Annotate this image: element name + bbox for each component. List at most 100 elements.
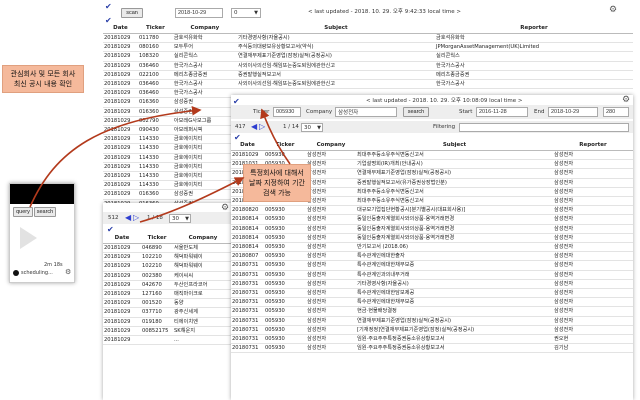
table-row[interactable]: 20181029... xyxy=(103,335,233,346)
table-cell[interactable]: 김기남 xyxy=(553,343,633,354)
table-cell[interactable]: 기타경영사항(자율공시) xyxy=(236,33,435,44)
table-cell[interactable]: 삼성전자 xyxy=(553,297,633,308)
table-row[interactable]: 20180731 005930 삼성전자 연결재무제표기준영업(잠정)실적(공정공시)… xyxy=(231,316,633,326)
table-cell[interactable]: 증권발행실적보고서 xyxy=(236,70,435,81)
column-header[interactable]: Ticker xyxy=(141,234,173,244)
table-cell[interactable]: 삼성전자 xyxy=(553,279,633,290)
table-cell[interactable]: 삼성전자 xyxy=(553,205,633,216)
table-cell[interactable]: 권오현 xyxy=(553,334,633,345)
column-header[interactable]: Company xyxy=(173,234,233,244)
column-header[interactable]: Date xyxy=(103,234,141,244)
table-cell[interactable]: [기재정정]연결재무제표기준영업(잠정)실적(공정공시) xyxy=(356,325,553,336)
table-cell[interactable]: 주식등의대량보유상황보고서(약식) xyxy=(236,42,435,53)
table-row[interactable]: 20180814 005930 삼성전자 동일인등출자계열회사와의상품·용역거래변경 삼… xyxy=(231,224,633,234)
table-cell[interactable]: 실리콘웍스 xyxy=(434,51,633,62)
table-row[interactable]: 20181029 037710 광주신세계 xyxy=(103,307,233,318)
select-all-checkbox[interactable]: ✔ xyxy=(107,225,114,234)
date-input[interactable] xyxy=(175,8,223,18)
table-cell[interactable]: 연결재무제표기준영업(잠정)실적(공정공시) xyxy=(356,168,553,179)
table-cell[interactable]: 대규모기업집단현황공시[분기별공시(대표회사용)] xyxy=(356,205,553,216)
table-cell[interactable]: 삼성전자 xyxy=(553,270,633,280)
table-cell[interactable]: 동일인등출자계열회사와의상품·용역거래변경 xyxy=(356,233,553,244)
count-select[interactable]: 0 ▼ xyxy=(231,8,261,18)
table-cell[interactable]: 동일인등출자계열회사와의상품·용역거래변경 xyxy=(356,224,553,234)
table-row[interactable]: 20181029 022100 메리츠종금증권 증권발행실적보고서 메리츠종금증권 xyxy=(103,70,633,81)
table-row[interactable]: 20180731 005930 삼성전자 특수관계인과의내부거래 삼성전자 xyxy=(231,270,633,280)
query-button[interactable]: query xyxy=(13,207,33,217)
table-cell[interactable]: 사외이사의선임·해임또는중도퇴임에관한신고 xyxy=(236,61,435,71)
table-cell[interactable]: 삼성전자 xyxy=(553,178,633,188)
table-cell[interactable]: 임원·주요주주특정증권등소유상황보고서 xyxy=(356,343,553,354)
table-cell[interactable]: 삼성전자 xyxy=(553,288,633,299)
prev-page-icon[interactable]: ◀ xyxy=(251,122,257,132)
next-page-icon[interactable]: ▷ xyxy=(133,213,139,223)
table-row[interactable]: 20180731 005930 삼성전자 기타경영사항(자율공시) 삼성전자 xyxy=(231,279,633,290)
table-cell[interactable]: 최대주주등소유주식변동신고서 xyxy=(356,196,553,207)
gear-icon[interactable]: ⚙ xyxy=(622,95,630,105)
table-row[interactable]: 20180731 005930 삼성전자 특수관계인에대한채무보증 삼성전자 xyxy=(231,297,633,308)
table-cell[interactable]: 특수관계인에대한채무보증 xyxy=(356,297,553,308)
table-cell[interactable]: 삼성전자 xyxy=(553,214,633,225)
column-header[interactable]: Subject xyxy=(236,24,435,34)
table-cell[interactable]: 최대주주등소유주식변동신고서 xyxy=(356,150,553,161)
filtering-input[interactable] xyxy=(459,123,629,132)
table-cell[interactable]: 사외이사의선임·해임또는중도퇴임에관한신고 xyxy=(236,79,435,90)
table-row[interactable]: 20180731 005930 삼성전자 [기재정정]연결재무제표기준영업(잠정)실적… xyxy=(231,325,633,336)
table-row[interactable]: 20181029 011780 금호석유화학 기타경영사항(자율공시) 금호석유화학 xyxy=(103,33,633,44)
table-cell[interactable]: 특수관계인에대한출자 xyxy=(356,251,553,262)
table-cell[interactable]: 삼성전자 xyxy=(553,187,633,198)
table-row[interactable]: 20181029 102210 해덕파워웨이 xyxy=(103,252,233,263)
table-cell[interactable]: 기업설명회(IR)개최(안내공시) xyxy=(356,159,553,170)
table-cell[interactable]: 반기보고서 (2018.06) xyxy=(356,242,553,253)
next-page-icon[interactable]: ▷ xyxy=(259,122,265,132)
table-cell[interactable]: 한국가스공사 xyxy=(434,79,633,90)
gear-icon[interactable]: ⚙ xyxy=(609,5,617,15)
table-cell[interactable]: 삼성전자 xyxy=(553,316,633,326)
table-row[interactable]: 20181029 036460 한국가스공사 사외이사의선임·해임또는중도퇴임에관한신… xyxy=(103,79,633,90)
table-cell[interactable]: 동일인등출자계열회사와의상품·용역거래변경 xyxy=(356,214,553,225)
table-cell[interactable]: 삼성전자 xyxy=(553,150,633,161)
table-row[interactable]: 20181029 102210 해덕파워웨이 xyxy=(103,261,233,272)
table-row[interactable]: 20180814 005930 삼성전자 반기보고서 (2018.06) 삼성전자 xyxy=(231,242,633,253)
table-cell[interactable]: 특수관계인에대한채무보증 xyxy=(356,260,553,271)
table-row[interactable]: 20180731 005930 삼성전자 특수관계인에대한채무보증 삼성전자 xyxy=(231,260,633,271)
scan-button[interactable]: scan xyxy=(121,8,143,18)
table-cell[interactable]: 임원·주요주주특정증권등소유상황보고서 xyxy=(356,334,553,345)
company-input[interactable] xyxy=(335,107,397,117)
search-button[interactable]: search xyxy=(34,207,56,217)
table-row[interactable]: 20181029 019180 티에이치엔 xyxy=(103,317,233,327)
column-header[interactable]: Date xyxy=(231,141,264,151)
start-date-input[interactable] xyxy=(476,107,528,117)
table-cell[interactable]: 삼성전자 xyxy=(553,233,633,244)
gear-icon[interactable]: ⚙ xyxy=(65,268,71,276)
prev-page-icon[interactable]: ◀ xyxy=(125,213,131,223)
count-input[interactable] xyxy=(603,107,629,117)
table-cell[interactable]: 삼성전자 xyxy=(553,168,633,179)
table-row[interactable]: 20181029 127160 매직마이크로 xyxy=(103,289,233,300)
table-row[interactable]: 20180814 005930 삼성전자 동일인등출자계열회사와의상품·용역거래변경 삼… xyxy=(231,233,633,244)
table-row[interactable]: 20181029 00852175 SK해운지 xyxy=(103,326,233,337)
column-header[interactable]: Subject xyxy=(356,141,553,151)
table-row[interactable]: 20180731 005930 삼성전자 임원·주요주주특정증권등소유상황보고서 권오현 xyxy=(231,334,633,345)
column-header[interactable]: Company xyxy=(172,24,237,34)
table-cell[interactable]: 삼성전자 xyxy=(553,159,633,170)
select-all-checkbox[interactable]: ✔ xyxy=(105,2,112,11)
table-cell[interactable]: 삼성전자 xyxy=(553,306,633,317)
table-cell[interactable]: 기타경영사항(자율공시) xyxy=(356,279,553,290)
table-cell[interactable]: 증권발행실적보고서(유가증권상장법인분) xyxy=(356,178,553,188)
play-icon[interactable] xyxy=(20,227,37,249)
table-cell[interactable]: 삼성전자 xyxy=(553,325,633,336)
column-header[interactable]: Company xyxy=(306,141,356,151)
table-row[interactable]: 20180820 005930 삼성전자 대규모기업집단현황공시[분기별공시(대표회사… xyxy=(231,205,633,216)
column-header[interactable]: Date xyxy=(103,24,138,34)
table-cell[interactable]: 삼성전자 xyxy=(553,196,633,207)
column-header[interactable]: Ticker xyxy=(264,141,306,151)
table-cell[interactable]: JPMorganAssetManagement(UK)Limited xyxy=(434,42,633,53)
ticker-input[interactable] xyxy=(273,107,301,117)
table-row[interactable]: 20181029 080160 모두투어 주식등의대량보유상황보고서(약식) JPMor… xyxy=(103,42,633,53)
table-row[interactable]: 20181029 036460 한국가스공사 사외이사의선임·해임또는중도퇴임에관한신… xyxy=(103,61,633,71)
table-cell[interactable]: 현금·현물배당결정 xyxy=(356,306,553,317)
table-row[interactable]: 20180731 005930 삼성전자 특수관계인에대한담보제공 삼성전자 xyxy=(231,288,633,299)
table-cell[interactable]: 삼성전자 xyxy=(553,242,633,253)
table-row[interactable]: 20181029 046890 서울반도체 xyxy=(103,243,233,254)
